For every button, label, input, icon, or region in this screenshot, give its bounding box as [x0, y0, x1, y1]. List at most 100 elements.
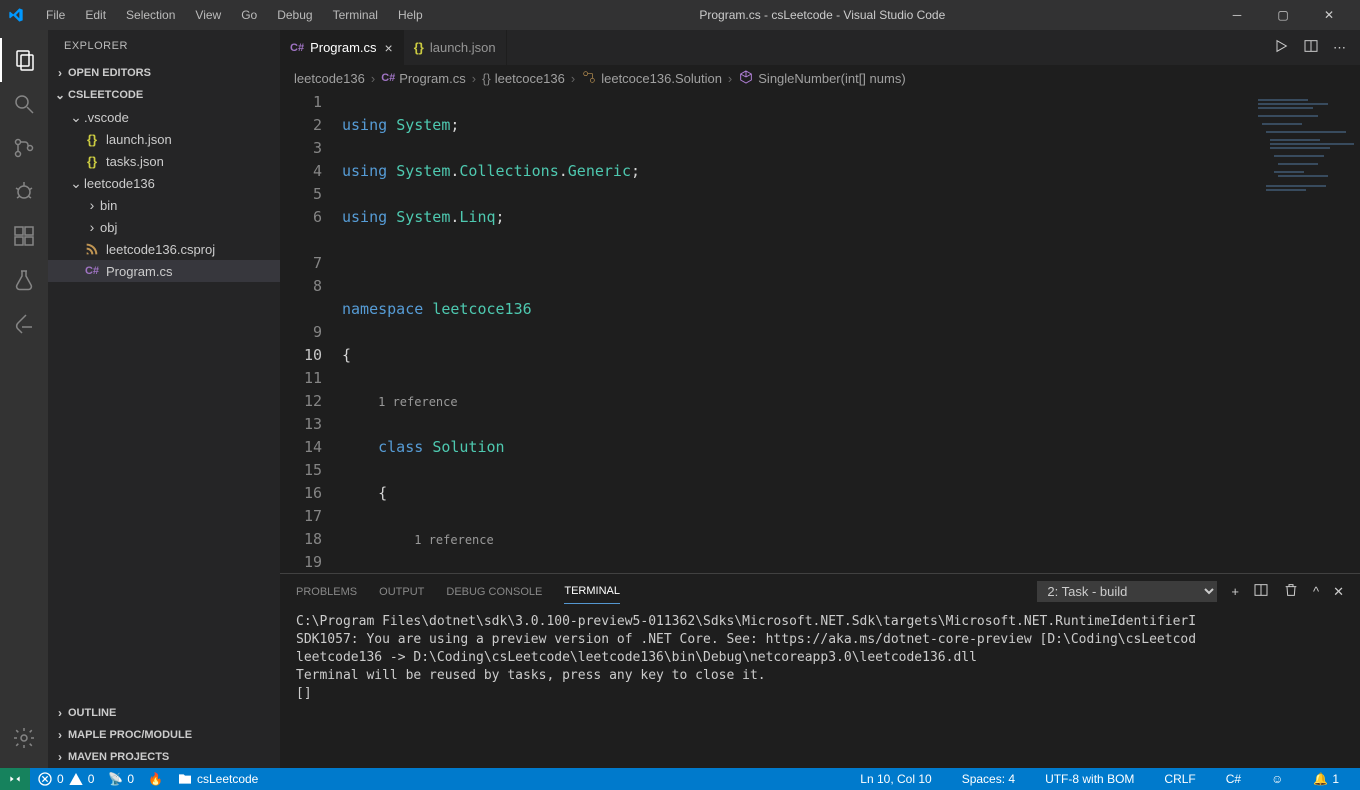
remote-button[interactable]	[0, 768, 30, 790]
csharp-icon: C#	[381, 72, 395, 84]
breadcrumb-namespace[interactable]: leetcoce136	[495, 71, 565, 86]
minimize-button[interactable]: ─	[1214, 0, 1260, 30]
terminal-select[interactable]: 2: Task - build	[1037, 581, 1217, 602]
status-port[interactable]: 📡 0	[101, 768, 141, 790]
terminal-line: []	[296, 685, 1344, 703]
terminal-output[interactable]: C:\Program Files\dotnet\sdk\3.0.100-prev…	[280, 609, 1360, 768]
file-tree: ⌄.vscode {}launch.json {}tasks.json ⌄lee…	[48, 106, 280, 282]
menu-selection[interactable]: Selection	[118, 4, 183, 26]
breadcrumbs[interactable]: leetcode136› C#Program.cs› {} leetcoce13…	[280, 65, 1360, 91]
status-bell-count: 1	[1332, 772, 1339, 786]
menu-edit[interactable]: Edit	[77, 4, 114, 26]
tree-file-csproj[interactable]: leetcode136.csproj	[48, 238, 280, 260]
breadcrumb-folder[interactable]: leetcode136	[294, 71, 365, 86]
panel-tab-debug[interactable]: DEBUG CONSOLE	[446, 580, 542, 604]
close-icon[interactable]: ×	[385, 40, 393, 56]
maximize-panel-icon[interactable]: ^	[1313, 584, 1319, 599]
method-icon	[738, 69, 754, 88]
terminal-line: C:\Program Files\dotnet\sdk\3.0.100-prev…	[296, 613, 1344, 631]
activity-settings[interactable]	[0, 716, 48, 760]
tree-folder-leetcode[interactable]: ⌄leetcode136	[48, 172, 280, 194]
tree-label: obj	[100, 220, 117, 235]
split-terminal-icon[interactable]	[1253, 582, 1269, 601]
trash-icon[interactable]	[1283, 582, 1299, 601]
status-port-value: 0	[127, 772, 134, 786]
status-language[interactable]: C#	[1219, 768, 1248, 790]
menu-help[interactable]: Help	[390, 4, 431, 26]
activity-source-control[interactable]	[0, 126, 48, 170]
status-folder[interactable]: csLeetcode	[170, 768, 265, 790]
status-feedback[interactable]: ☺	[1264, 768, 1290, 790]
terminal-line: leetcode136 -> D:\Coding\csLeetcode\leet…	[296, 649, 1344, 667]
status-encoding[interactable]: UTF-8 with BOM	[1038, 768, 1141, 790]
maven-header[interactable]: ›MAVEN PROJECTS	[48, 746, 280, 768]
json-icon: {}	[84, 153, 100, 169]
codelens-references[interactable]: 1 reference	[414, 533, 493, 547]
new-terminal-icon[interactable]: +	[1231, 584, 1239, 599]
window-title: Program.cs - csLeetcode - Visual Studio …	[431, 8, 1214, 22]
more-icon[interactable]: ⋯	[1333, 40, 1346, 56]
split-icon[interactable]	[1303, 38, 1319, 57]
tab-launch[interactable]: {} launch.json	[404, 30, 507, 65]
tree-folder-vscode[interactable]: ⌄.vscode	[48, 106, 280, 128]
editor-tabs: C# Program.cs × {} launch.json ⋯	[280, 30, 1360, 65]
outline-header[interactable]: ›OUTLINE	[48, 702, 280, 724]
activity-debug[interactable]	[0, 170, 48, 214]
tree-folder-bin[interactable]: ›bin	[48, 194, 280, 216]
codelens-references[interactable]: 1 reference	[378, 395, 457, 409]
open-editors-header[interactable]: ›OPEN EDITORS	[48, 62, 280, 84]
csharp-icon: C#	[290, 42, 304, 54]
tree-file-launch[interactable]: {}launch.json	[48, 128, 280, 150]
status-notifications[interactable]: 🔔1	[1306, 768, 1346, 790]
maple-header[interactable]: ›MAPLE PROC/MODULE	[48, 724, 280, 746]
status-errors[interactable]: 0 0	[30, 768, 101, 790]
tree-file-program[interactable]: C#Program.cs	[48, 260, 280, 282]
panel-tab-output[interactable]: OUTPUT	[379, 580, 424, 604]
bottom-panel: PROBLEMS OUTPUT DEBUG CONSOLE TERMINAL 2…	[280, 573, 1360, 768]
status-warnings-count: 0	[88, 772, 95, 786]
panel-tab-terminal[interactable]: TERMINAL	[564, 579, 620, 604]
code-content[interactable]: using System; using System.Collections.G…	[342, 91, 1250, 573]
tree-label: .vscode	[84, 110, 129, 125]
tree-folder-obj[interactable]: ›obj	[48, 216, 280, 238]
run-icon[interactable]	[1273, 38, 1289, 57]
workspace-label: CSLEETCODE	[68, 89, 143, 101]
activity-explorer[interactable]	[0, 38, 48, 82]
panel-tab-problems[interactable]: PROBLEMS	[296, 580, 357, 604]
status-eol[interactable]: CRLF	[1157, 768, 1202, 790]
minimap[interactable]	[1250, 91, 1360, 573]
activity-search[interactable]	[0, 82, 48, 126]
menu-debug[interactable]: Debug	[269, 4, 320, 26]
status-fire[interactable]: 🔥	[141, 768, 170, 790]
activity-test[interactable]	[0, 258, 48, 302]
workspace-header[interactable]: ⌄CSLEETCODE	[48, 84, 280, 106]
menu-view[interactable]: View	[187, 4, 229, 26]
status-spaces[interactable]: Spaces: 4	[955, 768, 1022, 790]
activity-bar	[0, 30, 48, 768]
sidebar: EXPLORER ›OPEN EDITORS ⌄CSLEETCODE ⌄.vsc…	[48, 30, 280, 768]
tree-file-tasks[interactable]: {}tasks.json	[48, 150, 280, 172]
menu-terminal[interactable]: Terminal	[325, 4, 386, 26]
code-editor[interactable]: 123456 78 9 10 11121314151617181920 usin…	[280, 91, 1360, 573]
terminal-line: SDK1057: You are using a preview version…	[296, 631, 1344, 649]
close-button[interactable]: ✕	[1306, 0, 1352, 30]
statusbar: 0 0 📡 0 🔥 csLeetcode Ln 10, Col 10 Space…	[0, 768, 1360, 790]
menu-file[interactable]: File	[38, 4, 73, 26]
json-icon: {}	[414, 40, 424, 55]
activity-leetcode[interactable]	[0, 302, 48, 346]
breadcrumb-method[interactable]: SingleNumber(int[] nums)	[758, 71, 905, 86]
maximize-button[interactable]: ▢	[1260, 0, 1306, 30]
close-panel-icon[interactable]: ✕	[1333, 584, 1344, 600]
status-folder-name: csLeetcode	[197, 772, 258, 786]
rss-icon	[84, 241, 100, 257]
maple-label: MAPLE PROC/MODULE	[68, 729, 192, 741]
tab-program[interactable]: C# Program.cs ×	[280, 30, 404, 65]
menu-bar: File Edit Selection View Go Debug Termin…	[38, 4, 431, 26]
menu-go[interactable]: Go	[233, 4, 265, 26]
breadcrumb-file[interactable]: Program.cs	[399, 71, 465, 86]
breadcrumb-class[interactable]: leetcoce136.Solution	[601, 71, 722, 86]
status-cursor[interactable]: Ln 10, Col 10	[853, 768, 938, 790]
tree-label: bin	[100, 198, 117, 213]
titlebar: File Edit Selection View Go Debug Termin…	[0, 0, 1360, 30]
activity-extensions[interactable]	[0, 214, 48, 258]
